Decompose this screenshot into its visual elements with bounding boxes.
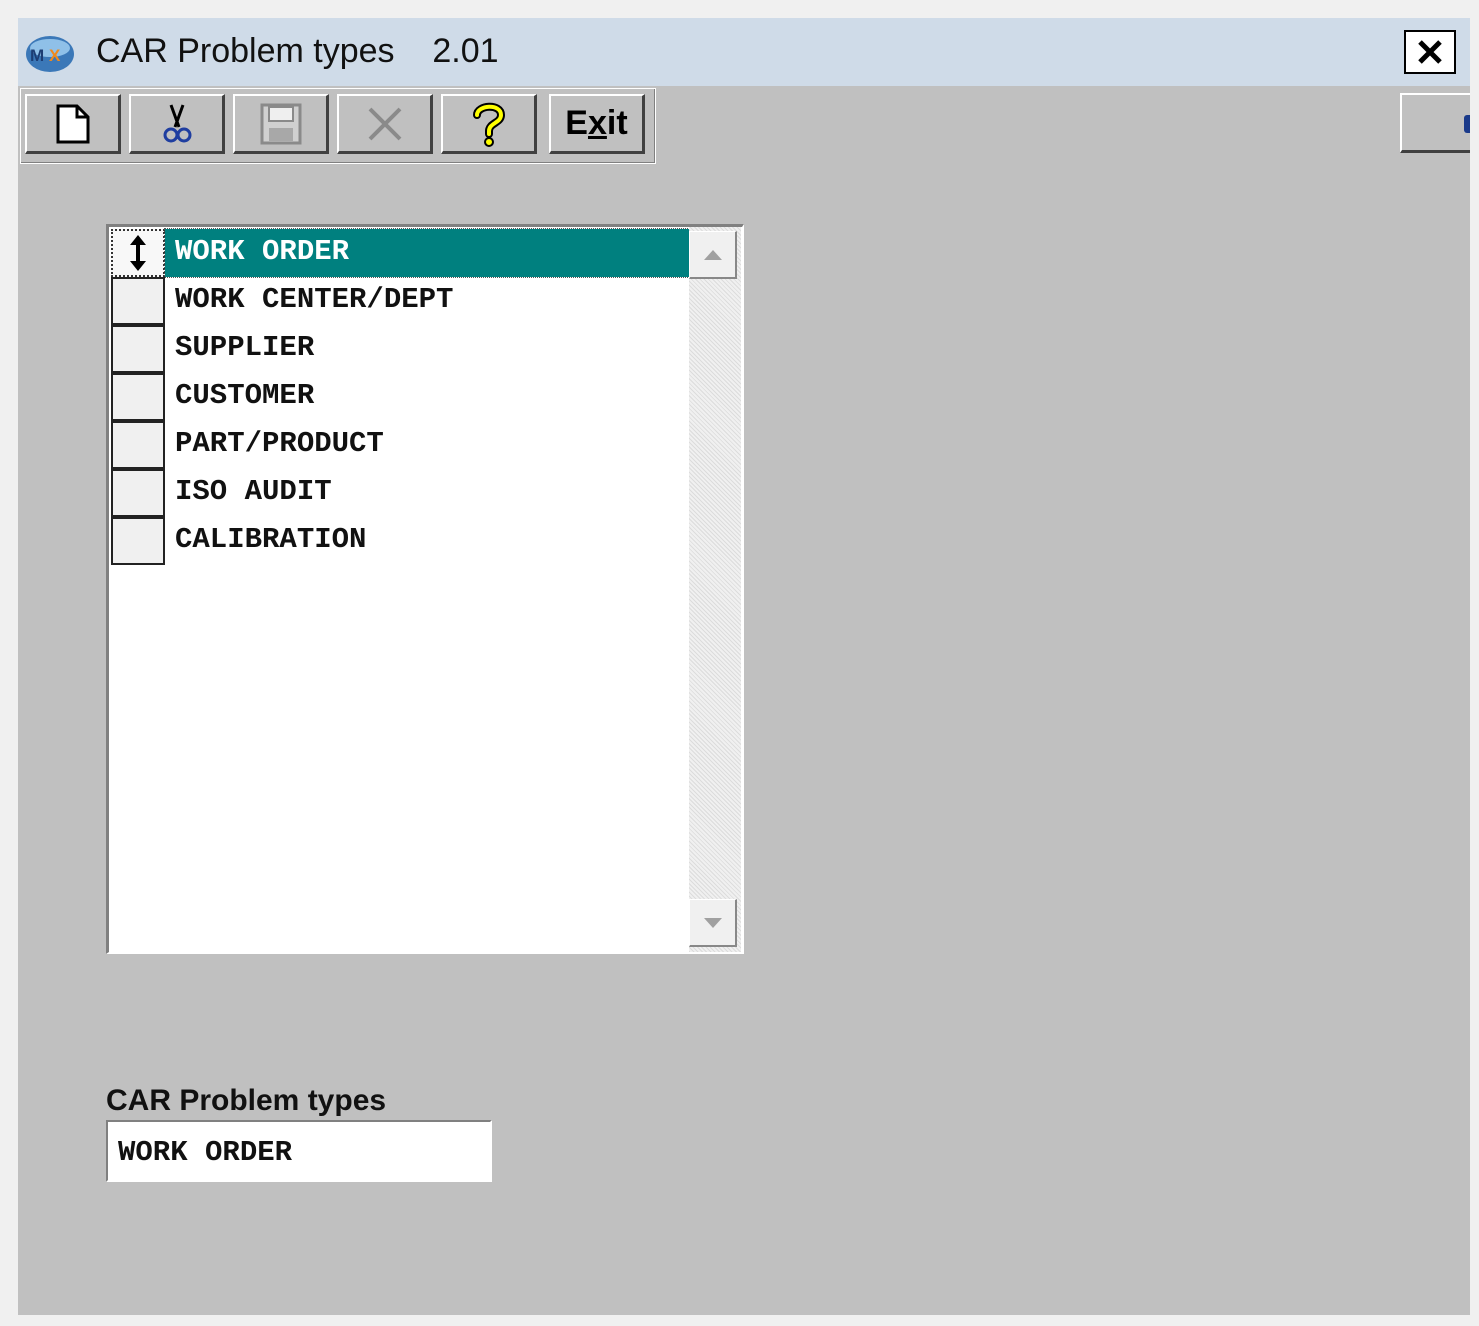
- list-item[interactable]: CUSTOMER: [111, 373, 689, 421]
- list-item-label: CALIBRATION: [175, 523, 367, 556]
- list-item-label: WORK CENTER/DEPT: [175, 283, 454, 316]
- toolbar: Exit: [20, 88, 656, 164]
- svg-text:X: X: [49, 46, 61, 65]
- list-item-label: CUSTOMER: [175, 379, 315, 412]
- close-button[interactable]: [1404, 30, 1456, 74]
- question-mark-icon: [472, 102, 505, 147]
- triangle-up-icon: [703, 249, 722, 260]
- car-problem-types-window: M X CAR Problem types 2.01 Exit WORK ORD…: [18, 18, 1470, 1315]
- list-item[interactable]: PART/PRODUCT: [111, 421, 689, 469]
- new-button[interactable]: [25, 94, 121, 154]
- list-item-label: PART/PRODUCT: [175, 427, 384, 460]
- list-item-label: WORK ORDER: [175, 235, 350, 268]
- row-selector[interactable]: [111, 469, 165, 517]
- row-selector[interactable]: [111, 517, 165, 565]
- partial-icon: [1464, 115, 1470, 133]
- title-bar: M X CAR Problem types 2.01: [18, 18, 1470, 86]
- save-button[interactable]: [233, 94, 329, 154]
- updown-arrow-icon: [130, 235, 146, 271]
- window-title: CAR Problem types 2.01: [96, 32, 499, 70]
- side-button[interactable]: [1400, 93, 1470, 153]
- row-selector[interactable]: [111, 229, 165, 277]
- problem-types-list[interactable]: WORK ORDER WORK CENTER/DEPT SUPPLIER CUSTOM…: [106, 224, 744, 954]
- list-item[interactable]: SUPPLIER: [111, 325, 689, 373]
- triangle-down-icon: [703, 917, 722, 928]
- exit-label: Exit: [565, 104, 628, 142]
- delete-button[interactable]: [337, 94, 433, 154]
- app-logo-icon: M X: [26, 36, 74, 72]
- list-item-label: ISO AUDIT: [175, 475, 332, 508]
- floppy-disk-icon: [260, 103, 301, 144]
- svg-text:M: M: [30, 46, 44, 65]
- scroll-up-button[interactable]: [689, 231, 737, 279]
- vertical-scrollbar[interactable]: [689, 227, 741, 952]
- cut-button[interactable]: [129, 94, 225, 154]
- x-delete-icon: [368, 107, 401, 140]
- list-item[interactable]: WORK CENTER/DEPT: [111, 277, 689, 325]
- list-rows: WORK ORDER WORK CENTER/DEPT SUPPLIER CUSTOM…: [111, 228, 690, 565]
- exit-button[interactable]: Exit: [549, 94, 645, 154]
- help-button[interactable]: [441, 94, 537, 154]
- row-selector[interactable]: [111, 325, 165, 373]
- scissors-icon: [163, 103, 191, 142]
- close-x-icon: [1418, 40, 1442, 64]
- field-label: CAR Problem types: [106, 1084, 387, 1117]
- row-selector[interactable]: [111, 373, 165, 421]
- new-document-icon: [56, 104, 89, 143]
- row-selector[interactable]: [111, 421, 165, 469]
- list-item[interactable]: CALIBRATION: [111, 517, 689, 565]
- scroll-down-button[interactable]: [689, 899, 737, 947]
- list-item[interactable]: ISO AUDIT: [111, 469, 689, 517]
- list-item-label: SUPPLIER: [175, 331, 315, 364]
- list-item[interactable]: WORK ORDER: [111, 228, 690, 278]
- problem-type-field[interactable]: WORK ORDER: [106, 1120, 492, 1182]
- row-selector[interactable]: [111, 277, 165, 325]
